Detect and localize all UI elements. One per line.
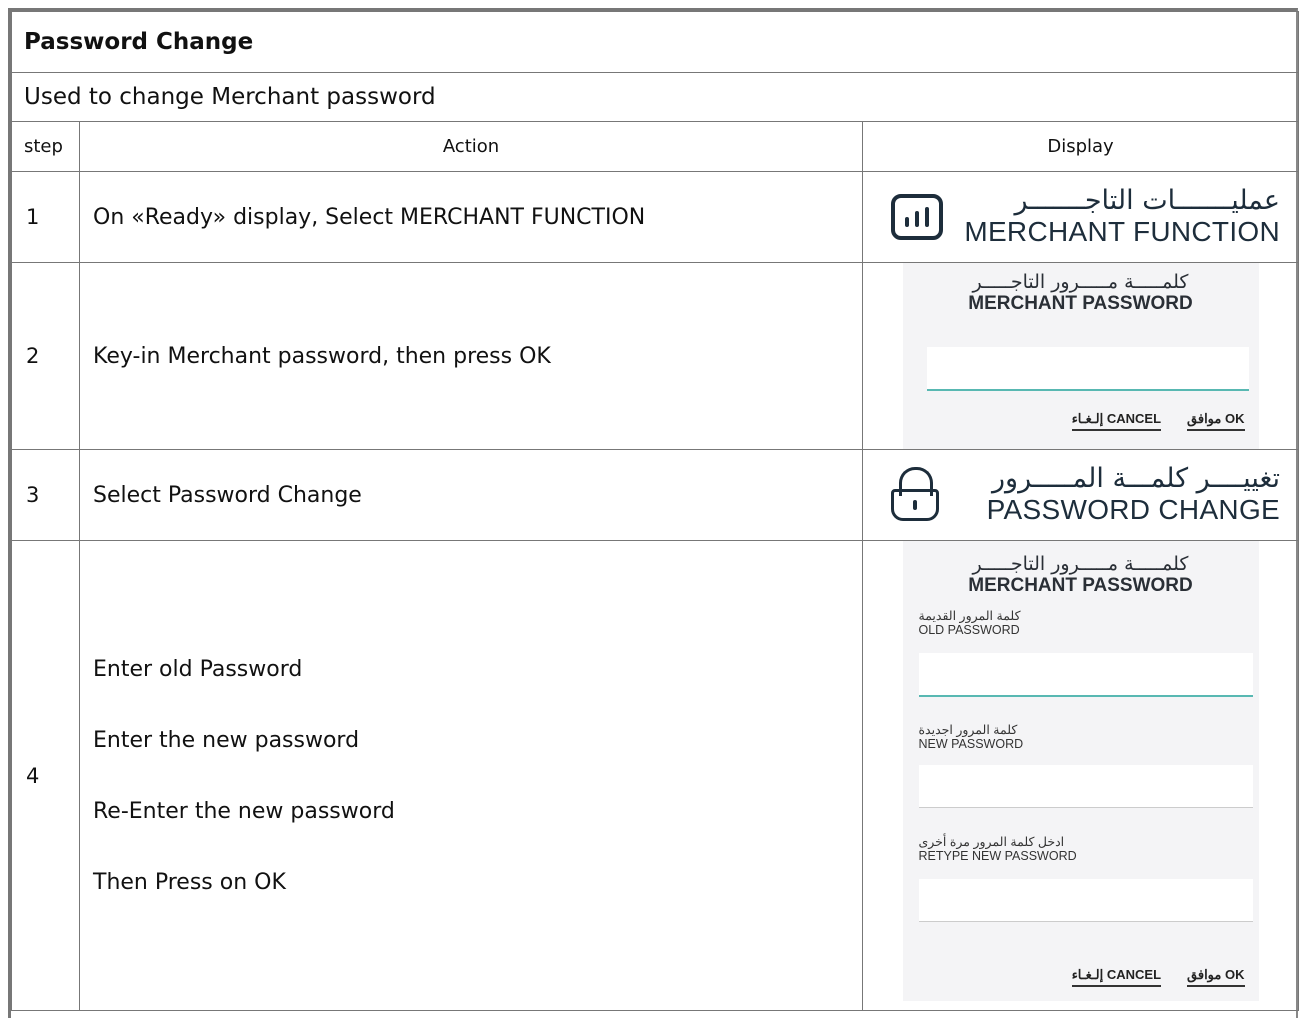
action-line: Select Password Change bbox=[93, 482, 362, 508]
new-password-label-arabic: كلمة المرور اجديدة bbox=[918, 723, 1018, 737]
page-title: Password Change bbox=[10, 11, 1300, 73]
table-row: 2 Key-in Merchant password, then press O… bbox=[11, 262, 1300, 450]
column-header-action: Action bbox=[79, 121, 863, 172]
step-number: 2 bbox=[11, 262, 80, 450]
action-text: On «Ready» display, Select MERCHANT FUNC… bbox=[79, 171, 863, 263]
merchant-password-title: MERCHANT PASSWORD bbox=[968, 293, 1193, 314]
step-number: 1 bbox=[11, 171, 80, 263]
procedure-table: Password Change Used to change Merchant … bbox=[10, 11, 1300, 1011]
display-change-form: كلمـــــة مـــــرور التاجـــــر MERCHANT… bbox=[861, 540, 1300, 1011]
page-description: Used to change Merchant password bbox=[10, 72, 1300, 122]
action-text: Key-in Merchant password, then press OK bbox=[79, 262, 863, 450]
action-line: Key-in Merchant password, then press OK bbox=[93, 343, 551, 369]
action-line: Then Press on OK bbox=[93, 869, 286, 895]
cancel-button[interactable]: إلـغـاء CANCEL bbox=[1071, 411, 1162, 431]
ok-button[interactable]: موافق OK bbox=[1187, 967, 1245, 987]
old-password-input[interactable] bbox=[918, 653, 1253, 697]
display-merchant-function: عمليـــــــات التاجـــــــر MERCHANT FUN… bbox=[861, 171, 1300, 263]
merchant-function-label: MERCHANT FUNCTION bbox=[964, 216, 1281, 247]
column-header-display: Display bbox=[861, 121, 1300, 172]
new-password-label: كلمة المرور اجديدة NEW PASSWORD bbox=[919, 723, 1024, 751]
retype-password-label-english: RETYPE NEW PASSWORD bbox=[918, 849, 1077, 863]
step-number: 3 bbox=[11, 449, 80, 541]
display-password-change: تغييــــر كلمـــة المـــــرور PASSWORD C… bbox=[861, 449, 1300, 541]
new-password-label-english: NEW PASSWORD bbox=[918, 737, 1024, 751]
change-password-screen: كلمـــــة مـــــرور التاجـــــر MERCHANT… bbox=[902, 541, 1259, 1001]
action-line: Enter the new password bbox=[93, 727, 360, 753]
action-text: Enter old Password Enter the new passwor… bbox=[79, 540, 863, 1011]
password-change-arabic: تغييــــر كلمـــة المـــــرور bbox=[992, 463, 1281, 494]
old-password-label-arabic: كلمة المرور القديمة bbox=[918, 609, 1021, 623]
action-line: On «Ready» display, Select MERCHANT FUNC… bbox=[93, 204, 646, 230]
action-text: Select Password Change bbox=[79, 449, 863, 541]
step-number: 4 bbox=[11, 540, 80, 1011]
lock-icon bbox=[889, 465, 941, 525]
merchant-function-arabic: عمليـــــــات التاجـــــــر bbox=[1014, 185, 1281, 216]
new-password-input[interactable] bbox=[918, 765, 1253, 808]
document-page: Password Change Used to change Merchant … bbox=[8, 8, 1300, 1018]
password-change-label: PASSWORD CHANGE bbox=[986, 494, 1281, 525]
retype-password-label: ادخل كلمة المرور مرة أخرى RETYPE NEW PAS… bbox=[919, 835, 1077, 863]
merchant-password-title-arabic: كلمـــــة مـــــرور التاجـــــر bbox=[972, 271, 1189, 293]
action-line: Re-Enter the new password bbox=[93, 798, 395, 824]
merchant-password-screen: كلمـــــة مـــــرور التاجـــــر MERCHANT… bbox=[902, 263, 1259, 449]
retype-password-label-arabic: ادخل كلمة المرور مرة أخرى bbox=[918, 835, 1065, 849]
cancel-button[interactable]: إلـغـاء CANCEL bbox=[1071, 967, 1162, 987]
retype-password-input[interactable] bbox=[918, 879, 1253, 922]
old-password-label-english: OLD PASSWORD bbox=[918, 623, 1020, 637]
table-row: 4 Enter old Password Enter the new passw… bbox=[11, 540, 1300, 1011]
table-header-row: step Action Display bbox=[11, 121, 1300, 172]
table-row: 1 On «Ready» display, Select MERCHANT FU… bbox=[11, 171, 1300, 263]
merchant-password-input[interactable] bbox=[926, 347, 1249, 391]
column-header-step: step bbox=[11, 121, 80, 172]
change-form-title-arabic: كلمـــــة مـــــرور التاجـــــر bbox=[972, 553, 1189, 575]
action-line: Enter old Password bbox=[93, 656, 303, 682]
ok-button[interactable]: موافق OK bbox=[1187, 411, 1245, 431]
display-merchant-password: كلمـــــة مـــــرور التاجـــــر MERCHANT… bbox=[861, 262, 1300, 450]
table-row: 3 Select Password Change تغييــــر كلمــ… bbox=[11, 449, 1300, 541]
old-password-label: كلمة المرور القديمة OLD PASSWORD bbox=[919, 609, 1021, 637]
bar-chart-icon bbox=[891, 194, 943, 240]
change-form-title: MERCHANT PASSWORD bbox=[968, 575, 1193, 596]
